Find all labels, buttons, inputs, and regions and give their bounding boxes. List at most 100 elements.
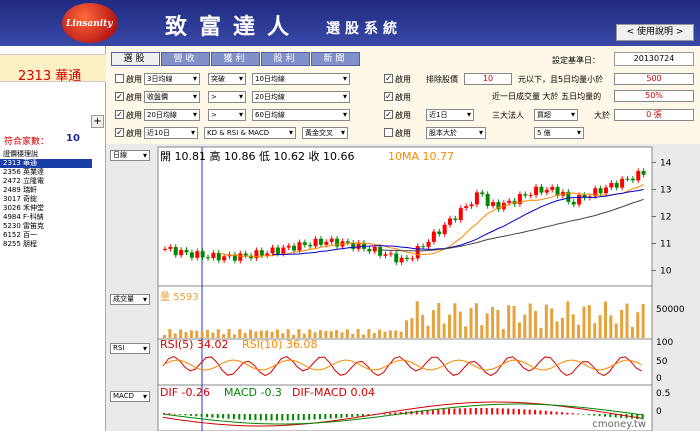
volume-threshold-value[interactable]: 500 [614, 73, 694, 85]
criteria-select-2[interactable]: KD & RSI & MACD [204, 127, 296, 139]
tab-bar: 選股 營收 獲利 股利 新聞 [106, 50, 700, 66]
macd-tick-label: 0.5 [656, 389, 670, 399]
volume-bar [453, 303, 457, 338]
stock-list-item[interactable]: 2313 華通 [0, 159, 92, 168]
stock-list-item[interactable]: 3017 奇鋐 [0, 195, 92, 204]
stock-chart[interactable]: 14 13 12 11 10 開 10.81 高 10.86 低 10.62 收 10.6… [106, 144, 700, 431]
criteria-select-1[interactable]: 收盤價 [144, 91, 200, 103]
stock-list-item[interactable]: 3026 禾伸堂 [0, 204, 92, 213]
candle-body [603, 187, 608, 194]
macd-histogram-bar [335, 414, 338, 419]
macd-histogram-bar [275, 414, 278, 421]
stock-list-item[interactable]: 2472 立隆電 [0, 177, 92, 186]
candle-body [168, 247, 173, 249]
add-stock-button[interactable]: + [91, 115, 104, 128]
volume-bar [405, 320, 408, 338]
exclude-price-value[interactable]: 10 [464, 73, 512, 85]
macd-histogram-bar [211, 414, 214, 418]
tab-1[interactable]: 營收 [161, 52, 210, 66]
app-title: 致富達人 [165, 14, 302, 40]
volume-bar [426, 325, 430, 338]
macd-histogram-bar [184, 414, 187, 416]
candle-body [571, 201, 576, 205]
enable-label: 啟用 [395, 111, 411, 120]
enable-checkbox[interactable]: ✓ [115, 110, 124, 119]
macd-histogram-bar [173, 413, 176, 415]
candle-body [469, 204, 474, 207]
criteria-select-2[interactable]: > [208, 109, 246, 121]
enable-checkbox[interactable]: ✓ [384, 110, 393, 119]
institution-action-select[interactable]: 買超 [534, 109, 578, 121]
stock-list-item[interactable]: 證價穩理說 [0, 150, 92, 159]
volume-ratio-label: 近一日成交量 大於 五日均量的 [492, 92, 602, 101]
criteria-select-2[interactable]: 突破 [208, 73, 246, 85]
capital-select[interactable]: 股本大於 [426, 127, 486, 139]
criteria-select-1[interactable]: 近10日 [144, 127, 198, 139]
capital-amount-select[interactable]: 5 億 [534, 127, 584, 139]
institution-days-select[interactable]: 近1日 [426, 109, 474, 121]
macd-histogram-bar [437, 409, 440, 415]
stock-list-item[interactable]: 2489 瑞軒 [0, 186, 92, 195]
base-date-field[interactable]: 20130724 [614, 52, 694, 66]
macd-histogram-bar [243, 414, 246, 420]
macd-histogram-bar [345, 414, 348, 418]
macd-histogram-bar [361, 414, 364, 416]
volume-bar [474, 303, 478, 338]
criteria-select-1[interactable]: 3日均線 [144, 73, 200, 85]
volume-bar [383, 331, 387, 338]
watermark-text: cmoney.tw [592, 419, 646, 430]
macd-histogram-bar [442, 408, 445, 415]
tab-4[interactable]: 新聞 [311, 52, 360, 66]
volume-bar [582, 306, 586, 338]
criteria-select-2[interactable]: > [208, 91, 246, 103]
enable-checkbox[interactable] [115, 74, 124, 83]
stock-list-item[interactable]: 5230 雷笛克 [0, 222, 92, 231]
macd-histogram-bar [313, 414, 316, 420]
enable-checkbox[interactable]: ✓ [384, 92, 393, 101]
volume-bar [523, 314, 527, 338]
price-tick-label: 10 [660, 267, 672, 277]
volume-bar [587, 305, 591, 338]
candle-body [448, 218, 453, 225]
candle-body [388, 253, 393, 255]
volume-bar [539, 328, 543, 338]
criteria-select-3[interactable]: 60日均線 [252, 109, 350, 121]
stock-list-item[interactable]: 2356 英業達 [0, 168, 92, 177]
candle-body [620, 178, 625, 188]
stock-list[interactable]: 證價穩理說 2313 華通 2356 英業達 2472 立隆電 2489 瑞軒 3017 … [0, 150, 92, 310]
enable-checkbox[interactable]: ✓ [115, 128, 124, 137]
candle-body [292, 245, 297, 251]
criteria-select-3[interactable]: 10日均線 [252, 73, 350, 85]
volume-bar [603, 301, 607, 338]
enable-checkbox[interactable]: ✓ [115, 92, 124, 101]
macd-histogram-bar [340, 414, 343, 418]
stock-list-item[interactable]: 6152 百一 [0, 231, 92, 240]
macd-histogram-bar [292, 414, 295, 421]
volume-bar [577, 324, 581, 338]
macd-histogram-bar [351, 414, 354, 417]
tab-2[interactable]: 獲利 [211, 52, 260, 66]
enable-checkbox[interactable]: ✓ [384, 74, 393, 83]
macd-histogram-bar [254, 414, 257, 421]
institution-value[interactable]: 0 張 [614, 109, 694, 121]
volume-bar [195, 330, 199, 338]
institution-label: 三大法人 [492, 111, 524, 120]
price-tick-label: 11 [660, 240, 671, 250]
stock-list-item[interactable]: 8255 朋程 [0, 240, 92, 249]
criteria-select-1[interactable]: 20日均線 [144, 109, 200, 121]
candle-body [431, 231, 436, 242]
criteria-select-3[interactable]: 20日均線 [252, 91, 350, 103]
volume-bar [318, 330, 322, 338]
volume-bar [335, 329, 339, 338]
tab-3[interactable]: 股利 [261, 52, 310, 66]
criteria-select-3[interactable]: 黃金交叉 [302, 127, 348, 139]
candle-body [243, 253, 248, 256]
volume-ratio-value[interactable]: 50% [614, 90, 694, 102]
tab-0[interactable]: 選股 [111, 52, 160, 66]
help-button[interactable]: < 使用說明 > [616, 24, 694, 41]
volume-bar [238, 329, 242, 338]
enable-checkbox[interactable] [384, 128, 393, 137]
volume-bar [340, 332, 344, 338]
enable-label: 啟用 [126, 75, 142, 84]
stock-list-item[interactable]: 4984 F-科納 [0, 213, 92, 222]
